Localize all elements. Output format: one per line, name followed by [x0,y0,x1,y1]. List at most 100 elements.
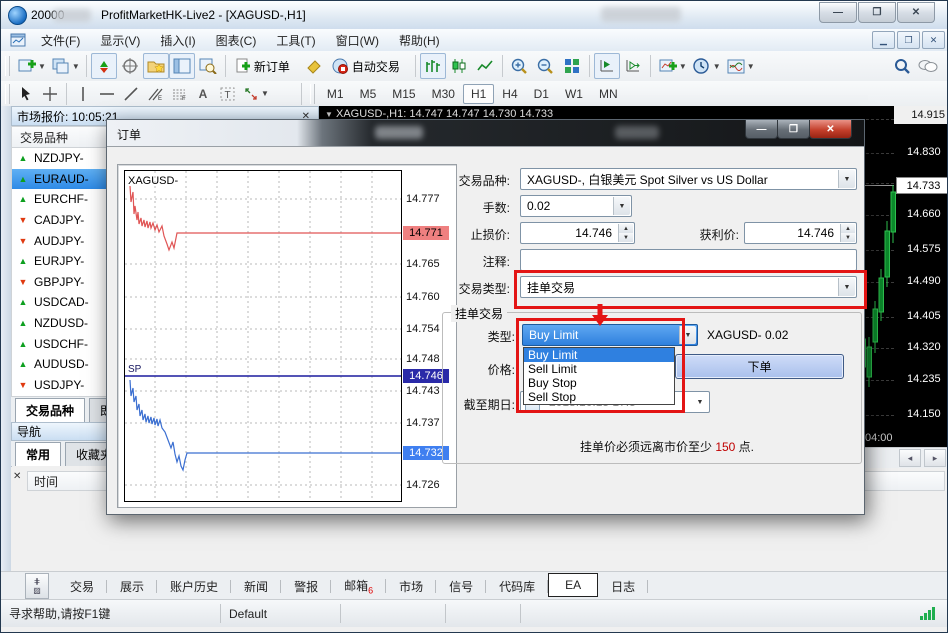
option-sell-stop[interactable]: Sell Stop [524,390,674,404]
text-label-tool-icon[interactable]: T [215,83,239,105]
tile-windows-icon[interactable] [559,53,585,79]
cursor-tool-icon[interactable] [14,83,38,105]
tab-news[interactable]: 新闻 [231,574,281,599]
horizontal-line-tool-icon[interactable] [95,83,119,105]
terminal-close-icon[interactable]: ✕ [13,471,21,482]
dialog-close-button[interactable]: ✕ [809,120,852,139]
tab-account-history[interactable]: 账户历史 [157,574,231,599]
autotrading-button[interactable]: 自动交易 [327,53,411,79]
timeframe-m5[interactable]: M5 [352,84,385,104]
periods-dropdown[interactable]: ▼ [713,62,721,71]
line-chart-mode-icon[interactable] [472,53,498,79]
chevron-down-icon[interactable]: ▼ [838,278,855,296]
menu-help[interactable]: 帮助(H) [389,30,450,51]
chat-icon[interactable] [915,53,941,79]
new-order-button[interactable]: 新订单 [230,53,301,79]
chevron-down-icon[interactable]: ▼ [838,170,855,188]
dialog-restore-button[interactable]: ❐ [777,120,810,139]
new-chart-dropdown[interactable]: ▼ [38,62,46,71]
tab-signals[interactable]: 信号 [436,574,486,599]
order-dialog-titlebar[interactable]: 订单 — ❐ ✕ [107,120,864,147]
take-profit-stepper[interactable]: 14.746 ▲▼ [744,222,857,244]
chart-collapse-icon[interactable]: ▼ [325,110,333,119]
timeframe-m15[interactable]: M15 [384,84,423,104]
child-restore-button[interactable]: ❐ [897,31,920,49]
window-minimize-button[interactable]: — [819,2,857,23]
timeframe-h4[interactable]: H4 [494,84,525,104]
menu-file[interactable]: 文件(F) [31,30,90,51]
stepper-arrows-icon[interactable]: ▲▼ [618,224,633,242]
stop-loss-stepper[interactable]: 14.746 ▲▼ [520,222,635,244]
tab-symbols[interactable]: 交易品种 [15,398,85,422]
metaeditor-icon[interactable] [301,53,327,79]
menu-insert[interactable]: 插入(I) [150,30,205,51]
vertical-line-tool-icon[interactable] [71,83,95,105]
zoom-in-icon[interactable] [507,53,533,79]
data-window-icon[interactable] [117,53,143,79]
arrows-tool-icon[interactable] [239,83,263,105]
tab-market[interactable]: 市场 [386,574,436,599]
timeframe-mn[interactable]: MN [591,84,626,104]
indicators-button[interactable] [655,53,681,79]
templates-button[interactable] [723,53,749,79]
auto-scroll-icon[interactable] [594,53,620,79]
navigator-toggle-icon[interactable] [143,53,169,79]
timeframe-m30[interactable]: M30 [424,84,463,104]
chevron-down-icon[interactable]: ▼ [613,197,630,215]
chevron-down-icon[interactable]: ▼ [679,326,696,344]
terminal-toggle-icon[interactable] [169,53,195,79]
comment-input[interactable] [520,249,857,271]
option-buy-stop[interactable]: Buy Stop [524,376,674,390]
chevron-down-icon[interactable]: ▼ [692,393,708,411]
menu-tools[interactable]: 工具(T) [266,30,325,51]
tab-mailbox[interactable]: 邮箱6 [331,573,386,599]
place-order-button[interactable]: 下单 [675,354,844,379]
menu-view[interactable]: 显示(V) [90,30,150,51]
menu-charts[interactable]: 图表(C) [206,30,267,51]
volume-select[interactable]: 0.02 ▼ [520,195,632,217]
menu-window[interactable]: 窗口(W) [326,30,389,51]
tab-ea[interactable]: EA [548,573,598,597]
crosshair-tool-icon[interactable] [38,83,62,105]
option-buy-limit[interactable]: Buy Limit [524,348,674,362]
tab-codebase[interactable]: 代码库 [486,574,548,599]
trendline-tool-icon[interactable] [119,83,143,105]
timeframe-h1[interactable]: H1 [463,84,494,104]
window-close-button[interactable]: ✕ [897,2,935,23]
arrows-dropdown[interactable]: ▼ [261,89,269,98]
timeframe-d1[interactable]: D1 [526,84,557,104]
order-type-select[interactable]: Buy Limit ▼ [522,324,698,346]
option-sell-limit[interactable]: Sell Limit [524,362,674,376]
symbol-select[interactable]: XAGUSD-, 白银美元 Spot Silver vs US Dollar ▼ [520,168,857,190]
profiles-dropdown[interactable]: ▼ [72,62,80,71]
indicators-dropdown[interactable]: ▼ [679,62,687,71]
search-icon[interactable] [889,53,915,79]
window-restore-button[interactable]: ❐ [858,2,896,23]
fibonacci-tool-icon[interactable]: F [167,83,191,105]
tab-alerts[interactable]: 警报 [281,574,331,599]
bar-chart-mode-icon[interactable] [420,53,446,79]
chart-shift-icon[interactable] [620,53,646,79]
child-minimize-button[interactable]: ▁ [872,31,895,49]
scroll-right-icon[interactable]: ▸ [924,449,946,467]
templates-dropdown[interactable]: ▼ [747,62,755,71]
candlestick-mode-icon[interactable] [446,53,472,79]
journal-scroll-icon[interactable]: ⋕▨ [25,573,49,599]
system-menu-chart-icon[interactable] [5,27,31,53]
stepper-arrows-icon[interactable]: ▲▼ [840,224,855,242]
tab-trade[interactable]: 交易 [57,574,107,599]
title-bar[interactable]: 20000 ProfitMarketHK-Live2 - [XAGUSD-,H1… [1,1,948,30]
tab-journal[interactable]: 日志 [598,574,648,599]
strategy-tester-icon[interactable] [195,53,221,79]
tab-exposure[interactable]: 展示 [107,574,157,599]
new-chart-button[interactable] [14,53,40,79]
channel-tool-icon[interactable]: E [143,83,167,105]
scroll-left-icon[interactable]: ◂ [899,449,921,467]
dialog-minimize-button[interactable]: — [745,120,778,139]
market-watch-toggle-icon[interactable] [91,53,117,79]
timeframe-w1[interactable]: W1 [557,84,591,104]
profiles-button[interactable] [48,53,74,79]
timeframe-m1[interactable]: M1 [319,84,352,104]
child-close-button[interactable]: ✕ [922,31,945,49]
text-tool-icon[interactable]: A [191,83,215,105]
